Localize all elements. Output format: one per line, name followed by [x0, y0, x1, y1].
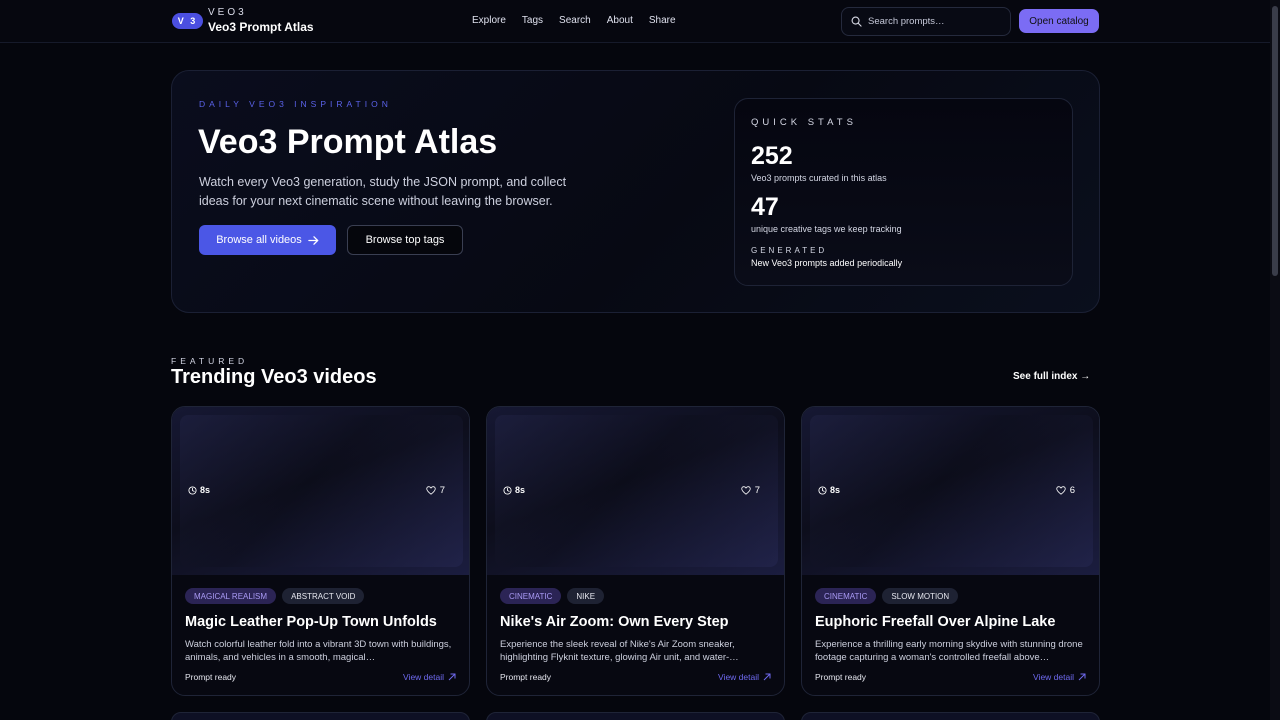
- video-thumbnail[interactable]: [487, 407, 784, 575]
- external-arrow-icon: [448, 673, 456, 681]
- page-scrollbar[interactable]: [1270, 0, 1280, 720]
- tag-chip[interactable]: NIKE: [567, 588, 605, 604]
- card-title[interactable]: Euphoric Freefall Over Alpine Lake: [815, 614, 1055, 630]
- quick-stats-panel: QUICK STATS 252 Veo3 prompts curated in …: [734, 98, 1073, 286]
- like-counter[interactable]: 7: [426, 485, 445, 496]
- video-preview: [180, 415, 463, 567]
- see-full-index-link[interactable]: See full index →: [1013, 371, 1090, 382]
- video-card[interactable]: 8s 7 MAGICAL REALISM ABSTRACT VOID Magic…: [171, 406, 470, 696]
- video-card-partial[interactable]: [801, 712, 1100, 720]
- tag-chip[interactable]: ABSTRACT VOID: [282, 588, 365, 604]
- card-description: Experience the sleek reveal of Nike's Ai…: [500, 639, 739, 663]
- like-counter[interactable]: 7: [741, 485, 760, 496]
- brand-badge: V 3: [172, 12, 203, 29]
- hero-eyebrow: DAILY VEO3 INSPIRATION: [199, 99, 392, 109]
- nav-search[interactable]: Search: [559, 15, 591, 26]
- clock-icon: [188, 485, 197, 495]
- duration-value: 8s: [515, 485, 526, 495]
- prompt-status: Prompt ready: [500, 672, 552, 682]
- search-icon: [851, 16, 862, 27]
- hero-description: Watch every Veo3 generation, study the J…: [199, 175, 567, 208]
- view-detail-link[interactable]: View detail: [403, 672, 456, 682]
- tag-chip[interactable]: MAGICAL REALISM: [185, 588, 277, 604]
- open-catalog-button[interactable]: Open catalog: [1019, 9, 1099, 33]
- video-card[interactable]: 8s 7 CINEMATIC NIKE Nike's Air Zoom: Own…: [486, 406, 785, 696]
- prompt-status: Prompt ready: [185, 672, 237, 682]
- search-input[interactable]: [868, 16, 998, 27]
- scrollbar-thumb[interactable]: [1272, 6, 1278, 276]
- view-detail-label: View detail: [1033, 672, 1074, 682]
- heart-icon: [426, 486, 436, 495]
- nav-explore[interactable]: Explore: [472, 15, 506, 26]
- tag-list: CINEMATIC SLOW MOTION: [815, 588, 959, 604]
- tag-chip[interactable]: CINEMATIC: [500, 588, 562, 604]
- view-detail-link[interactable]: View detail: [718, 672, 771, 682]
- tag-chip[interactable]: SLOW MOTION: [882, 588, 959, 604]
- card-description: Experience a thrilling early morning sky…: [815, 639, 1083, 663]
- view-detail-label: View detail: [403, 672, 444, 682]
- video-preview: [810, 415, 1093, 567]
- nav-tags[interactable]: Tags: [522, 15, 543, 26]
- generated-label: GENERATED: [751, 246, 828, 255]
- like-counter[interactable]: 6: [1056, 485, 1075, 496]
- tag-list: MAGICAL REALISM ABSTRACT VOID: [185, 588, 365, 604]
- heart-icon: [1056, 486, 1066, 495]
- top-navigation-bar: V 3 VEO3 Veo3 Prompt Atlas Explore Tags …: [0, 0, 1270, 43]
- external-arrow-icon: [1078, 673, 1086, 681]
- video-card-partial[interactable]: [171, 712, 470, 720]
- duration-badge: 8s: [188, 485, 210, 495]
- likes-value: 7: [439, 485, 445, 496]
- video-card-partial[interactable]: [486, 712, 785, 720]
- prompts-caption: Veo3 prompts curated in this atlas: [751, 173, 887, 183]
- arrow-right-icon: [308, 235, 319, 245]
- brand-text: VEO3 Veo3 Prompt Atlas: [208, 7, 314, 34]
- browse-all-videos-label: Browse all videos: [216, 234, 302, 246]
- tag-chip[interactable]: CINEMATIC: [815, 588, 877, 604]
- nav-about[interactable]: About: [607, 15, 633, 26]
- search-box[interactable]: [841, 7, 1011, 36]
- prompts-count: 252: [751, 142, 793, 170]
- clock-icon: [503, 485, 512, 495]
- featured-title: Trending Veo3 videos: [171, 366, 377, 388]
- view-detail-link[interactable]: View detail: [1033, 672, 1086, 682]
- tag-list: CINEMATIC NIKE: [500, 588, 605, 604]
- heart-icon: [741, 486, 751, 495]
- duration-badge: 8s: [503, 485, 525, 495]
- tags-caption: unique creative tags we keep tracking: [751, 224, 902, 234]
- external-arrow-icon: [763, 673, 771, 681]
- view-detail-label: View detail: [718, 672, 759, 682]
- duration-value: 8s: [200, 485, 211, 495]
- browse-all-videos-button[interactable]: Browse all videos: [199, 225, 336, 255]
- card-title[interactable]: Magic Leather Pop-Up Town Unfolds: [185, 614, 437, 630]
- main-nav: Explore Tags Search About Share: [472, 15, 692, 26]
- likes-value: 6: [1069, 485, 1075, 496]
- hero-section: DAILY VEO3 INSPIRATION Veo3 Prompt Atlas…: [171, 70, 1100, 313]
- video-preview: [495, 415, 778, 567]
- video-thumbnail[interactable]: [802, 407, 1099, 575]
- brand-logo[interactable]: V 3 VEO3 Veo3 Prompt Atlas: [172, 8, 314, 33]
- hero-title: Veo3 Prompt Atlas: [198, 123, 498, 161]
- video-card[interactable]: 8s 6 CINEMATIC SLOW MOTION Euphoric Free…: [801, 406, 1100, 696]
- clock-icon: [818, 485, 827, 495]
- tags-count: 47: [751, 193, 779, 221]
- duration-badge: 8s: [818, 485, 840, 495]
- featured-eyebrow: FEATURED: [171, 356, 249, 366]
- quick-stats-label: QUICK STATS: [751, 117, 857, 128]
- prompt-status: Prompt ready: [815, 672, 867, 682]
- generated-caption: New Veo3 prompts added periodically: [751, 258, 903, 268]
- brand-eyebrow: VEO3: [208, 7, 247, 18]
- nav-share[interactable]: Share: [649, 15, 676, 26]
- card-description: Watch colorful leather fold into a vibra…: [185, 639, 452, 663]
- card-title[interactable]: Nike's Air Zoom: Own Every Step: [500, 614, 729, 630]
- video-thumbnail[interactable]: [172, 407, 469, 575]
- likes-value: 7: [754, 485, 760, 496]
- duration-value: 8s: [830, 485, 841, 495]
- brand-title: Veo3 Prompt Atlas: [208, 20, 314, 34]
- browse-top-tags-button[interactable]: Browse top tags: [347, 225, 463, 255]
